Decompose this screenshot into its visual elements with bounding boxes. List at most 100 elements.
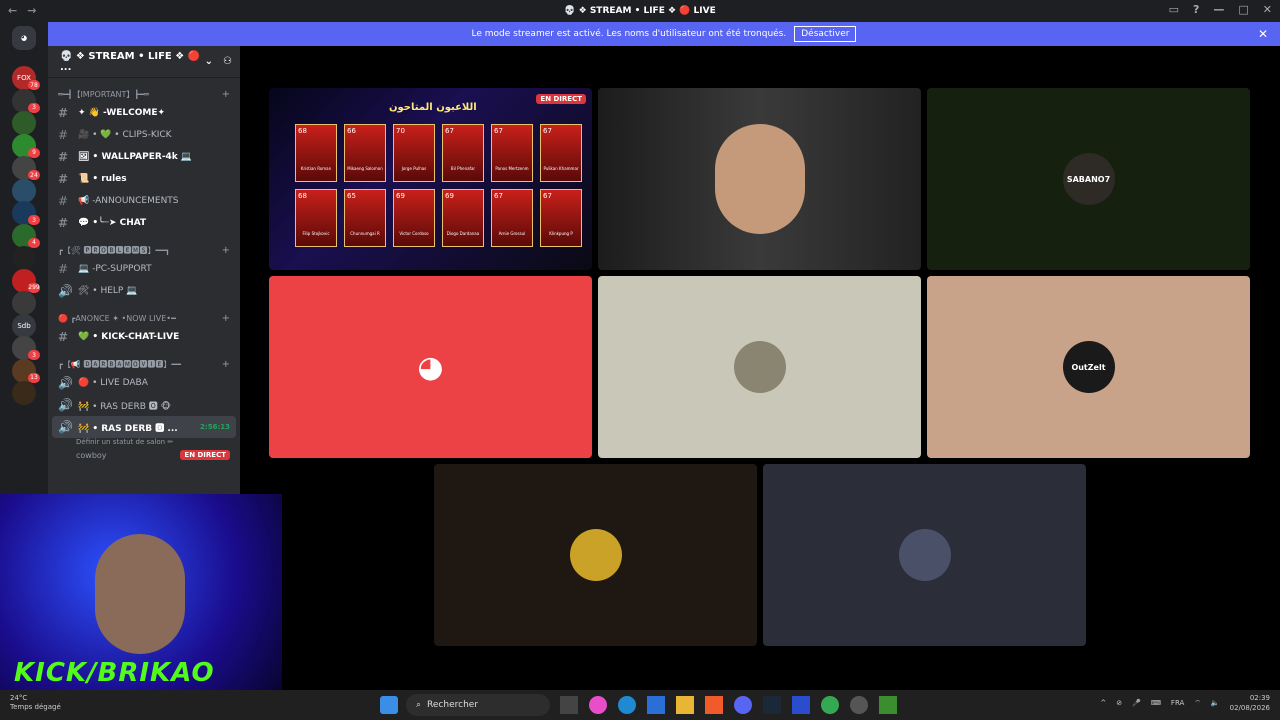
language-indicator[interactable]: FRA [1171,699,1184,707]
voice-user[interactable]: cowboy EN DIRECT [48,448,240,462]
channel-item[interactable]: # 💻 -PC-SUPPORT [48,258,240,280]
channel-status[interactable]: Définir un statut de salon ✏ [48,438,240,448]
user-tile-sabano[interactable]: SABANO7 [927,88,1250,270]
task-view-icon[interactable] [560,696,578,714]
server-header[interactable]: 💀 ❖ STREAM • LIFE ❖ 🔴 ... ⌄ ⚇ [48,46,240,78]
close-button[interactable]: ✕ [1263,3,1272,16]
inbox-icon[interactable]: ▭ [1169,3,1179,16]
mention-badge: 3 [28,215,40,225]
mention-badge: 13 [28,372,40,383]
forward-icon[interactable]: → [27,4,36,17]
player-name: Jorge Pulhas [401,166,427,171]
channel-item[interactable]: # 💬 •╰┈➤ CHAT [48,212,240,234]
player-rating: 68 [298,192,307,200]
player-name: Panos Mertzenm [495,166,529,171]
mention-badge: 3 [28,102,40,113]
channel-category[interactable]: ═━┫【IMPORTANT】┣━═ + [48,86,240,102]
player-rating: 69 [396,192,405,200]
user-tile-gold[interactable] [434,464,757,646]
brave-icon[interactable] [705,696,723,714]
add-channel-icon[interactable]: + [222,359,230,370]
category-label: ┏【🛠 🅿🆁🅾🅱🅻🅴🅼🆂】━━┓ [58,245,170,255]
player-rating: 65 [347,192,356,200]
speaker-icon: 🔊 [58,284,73,298]
server-icon[interactable] [12,178,36,203]
channel-label: 🛠 • HELP 💻 [78,286,138,296]
discord-icon[interactable] [734,696,752,714]
mention-badge: 3 [28,350,40,360]
windows-taskbar: 24°C Temps dégagé ⌕ Rechercher ^ ⊘ 🎤 ⌨ F… [0,690,1280,720]
copilot-icon[interactable] [589,696,607,714]
discord-home-icon[interactable]: ◕ [12,26,36,50]
server-icon[interactable] [12,381,36,405]
channel-category[interactable]: ┏【📢 🅳🅰🆁🅱🅰🅼🅾🆅🅸🅴】━━ + [48,356,240,372]
steam-icon[interactable] [763,696,781,714]
channel-label: 🔴 • LIVE DABA [78,378,148,388]
avatar: SABANO7 [1062,153,1115,205]
weather-widget[interactable]: 24°C Temps dégagé [10,694,61,712]
chevron-up-icon[interactable]: ^ [1100,699,1106,707]
chrome-icon[interactable] [821,696,839,714]
channel-item[interactable]: # 💚 • KICK-CHAT-LIVE [48,326,240,348]
player-rating: 67 [543,192,552,200]
channel-item[interactable]: 🔊 🛠 • HELP 💻 [48,280,240,302]
user-tile-webcam[interactable] [598,88,921,270]
clock[interactable]: 02:39 02/08/2026 [1230,693,1270,713]
channel-category[interactable]: ┏【🛠 🅿🆁🅾🅱🅻🅴🅼🆂】━━┓ + [48,242,240,258]
user-tile-outzelt[interactable]: OutZelt [927,276,1250,458]
channel-item[interactable]: # 📜 • rules [48,168,240,190]
server-icon[interactable] [12,111,36,135]
store-icon[interactable] [647,696,665,714]
avatar [733,341,786,393]
hash-icon: # [58,330,69,344]
obs-icon[interactable] [850,696,868,714]
server-icon[interactable]: Sdb [12,313,36,338]
volume-icon[interactable]: 🔈 [1211,699,1220,707]
network-icon[interactable]: ⊘ [1116,699,1122,707]
channel-item[interactable]: # ✦ 👋 -WELCOME✦ [48,102,240,124]
player-name: Victor Cordoso [399,231,429,236]
user-tile-dark[interactable] [763,464,1086,646]
explorer-icon[interactable] [676,696,694,714]
channel-item[interactable]: # 📢 -ANNOUNCEMENTS [48,190,240,212]
channel-category[interactable]: 🔴 ┏ANONCE ✦ •NOW LIVE•━ + [48,310,240,326]
disable-streamer-mode-button[interactable]: Désactiver [794,26,857,42]
channel-item[interactable]: 🔊 🚧 • RAS DERB 🅾 ... 2:56:13 [52,416,236,438]
channel-item[interactable]: 🔊 🔴 • LIVE DABA [48,372,240,394]
channel-item[interactable]: # 🎥 • 💚 • CLIPS-KICK [48,124,240,146]
screenshare-title: اللاعبون المتاحون [389,102,477,113]
channel-item[interactable]: 🔊 🚧 • RAS DERB 🅾 🐵 [48,394,240,416]
player-rating: 69 [445,192,454,200]
server-icon[interactable] [12,291,36,315]
user-tile-discord-default[interactable]: ◕ [269,276,592,458]
back-icon[interactable]: ← [8,4,17,17]
help-icon[interactable]: ? [1193,3,1199,16]
minimize-button[interactable]: — [1213,3,1224,16]
maximize-button[interactable]: □ [1238,3,1248,16]
close-icon[interactable]: ✕ [1258,27,1268,41]
player-name: Filip Stojkovic [302,231,330,236]
chevron-down-icon[interactable]: ⌄ [205,56,213,67]
live-badge: EN DIRECT [536,94,586,104]
avatar [569,529,622,581]
taskbar-search[interactable]: ⌕ Rechercher [406,694,550,716]
add-channel-icon[interactable]: + [222,245,230,256]
add-channel-icon[interactable]: + [222,89,230,100]
nav-arrows[interactable]: ← → [8,4,46,17]
taskbar-apps [380,696,398,714]
edge-icon[interactable] [618,696,636,714]
add-channel-icon[interactable]: + [222,313,230,324]
mic-icon[interactable]: 🎤 [1132,699,1141,707]
start-icon[interactable] [380,696,398,714]
wifi-icon[interactable]: ⌔ [1194,699,1201,708]
player-rating: 68 [298,127,307,135]
channel-item[interactable]: # 🖼 • WALLPAPER-4k 💻 [48,146,240,168]
add-member-icon[interactable]: ⚇ [223,56,232,67]
server-icon[interactable] [12,246,36,270]
user-tile-cowboy[interactable] [598,276,921,458]
keyboard-icon[interactable]: ⌨ [1151,699,1161,707]
screenshare-tile[interactable]: اللاعبون المتاحون EN DIRECT 68 Kristian R… [269,88,592,270]
app-icon[interactable] [879,696,897,714]
ea-icon[interactable] [792,696,810,714]
player-rating: 67 [543,127,552,135]
